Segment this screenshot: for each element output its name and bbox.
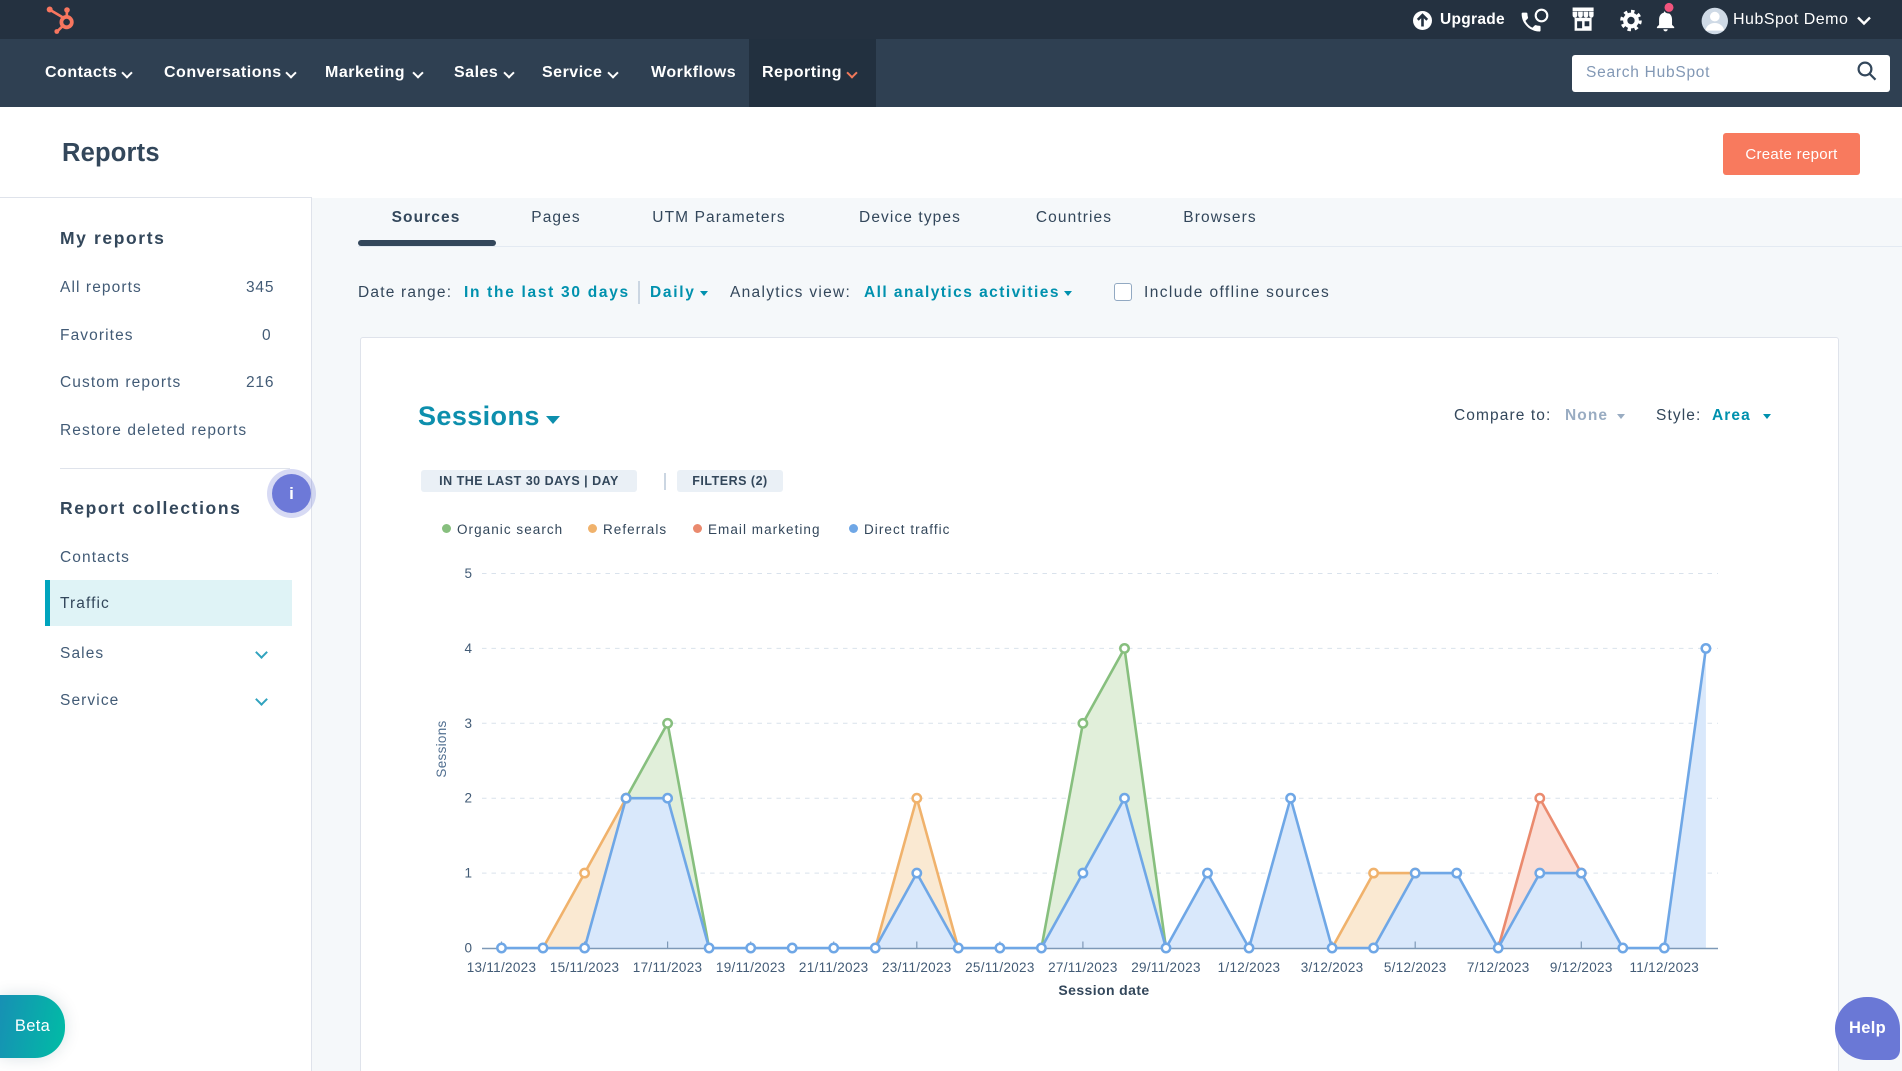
svg-text:17/11/2023: 17/11/2023 xyxy=(633,960,703,975)
svg-text:19/11/2023: 19/11/2023 xyxy=(716,960,786,975)
svg-text:1/12/2023: 1/12/2023 xyxy=(1218,960,1281,975)
svg-text:15/11/2023: 15/11/2023 xyxy=(550,960,620,975)
svg-text:0: 0 xyxy=(464,941,472,956)
svg-text:29/11/2023: 29/11/2023 xyxy=(1131,960,1201,975)
svg-text:3: 3 xyxy=(464,716,472,731)
svg-text:7/12/2023: 7/12/2023 xyxy=(1467,960,1530,975)
svg-text:Sessions: Sessions xyxy=(434,720,449,777)
svg-text:3/12/2023: 3/12/2023 xyxy=(1301,960,1364,975)
svg-text:5/12/2023: 5/12/2023 xyxy=(1384,960,1447,975)
svg-text:1: 1 xyxy=(464,866,472,881)
svg-text:5: 5 xyxy=(464,566,472,581)
svg-text:9/12/2023: 9/12/2023 xyxy=(1550,960,1613,975)
svg-text:2: 2 xyxy=(464,791,472,806)
svg-text:25/11/2023: 25/11/2023 xyxy=(965,960,1035,975)
svg-text:4: 4 xyxy=(464,641,472,656)
svg-text:21/11/2023: 21/11/2023 xyxy=(799,960,869,975)
svg-text:Session date: Session date xyxy=(1058,982,1149,998)
svg-text:13/11/2023: 13/11/2023 xyxy=(467,960,537,975)
svg-text:11/12/2023: 11/12/2023 xyxy=(1630,960,1700,975)
svg-text:27/11/2023: 27/11/2023 xyxy=(1048,960,1118,975)
svg-text:23/11/2023: 23/11/2023 xyxy=(882,960,952,975)
